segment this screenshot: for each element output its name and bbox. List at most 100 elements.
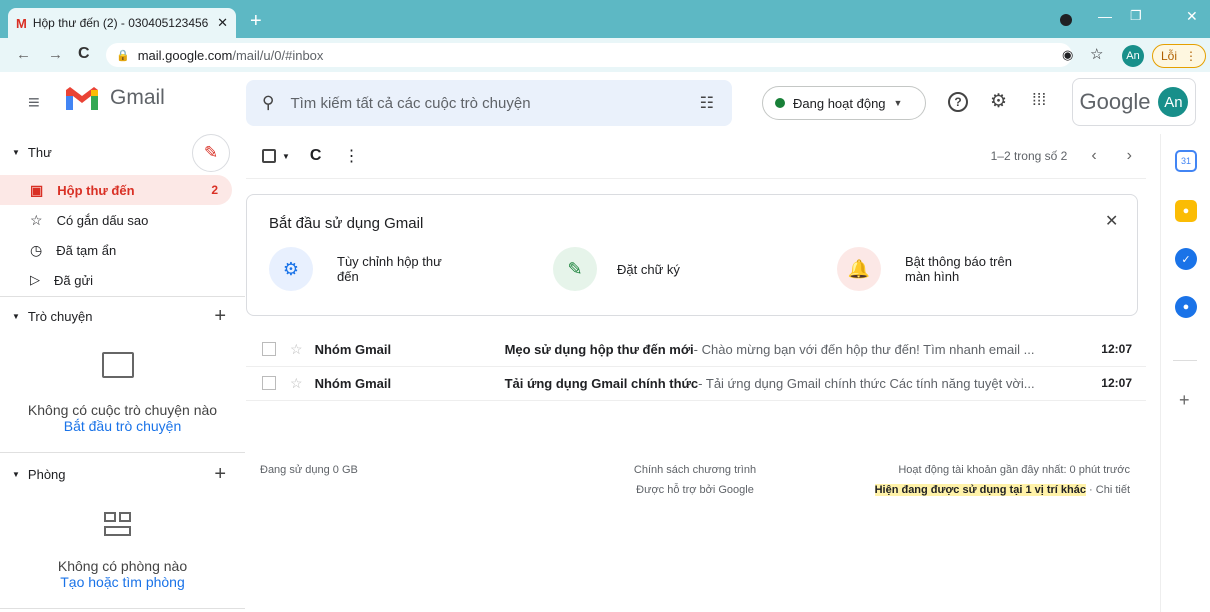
- sidebar-item-starred[interactable]: ☆ Có gắn dấu sao: [0, 205, 232, 235]
- tip-enable-notifications[interactable]: 🔔 Bật thông báo trên màn hình: [837, 247, 1035, 291]
- url-bar[interactable]: 🔒 mail.google.com/mail/u/0/#inbox: [106, 43, 1072, 67]
- profile-avatar[interactable]: An: [1122, 45, 1144, 67]
- new-tab-button[interactable]: +: [250, 10, 262, 33]
- error-label: Lỗi: [1160, 49, 1177, 63]
- browser-tab[interactable]: M Hộp thư đến (2) - 030405123456 ✕: [8, 8, 236, 38]
- close-card-icon[interactable]: ✕: [1105, 211, 1118, 231]
- mail-toolbar: ▼ C ⋮ 1–2 trong số 2 ‹ ›: [262, 144, 1142, 168]
- select-all-checkbox[interactable]: [262, 149, 276, 163]
- more-vert-icon: ⋮: [1185, 49, 1197, 63]
- main-menu-icon[interactable]: ≡: [28, 92, 40, 115]
- eye-icon[interactable]: ◉: [1062, 47, 1073, 63]
- unread-count: 2: [211, 183, 218, 197]
- search-options-icon[interactable]: ☷: [700, 93, 714, 113]
- tip-label: Tùy chỉnh hộp thư đến: [337, 254, 442, 284]
- google-label: Google: [1079, 89, 1151, 114]
- rooms-empty-text: Không có phòng nào: [57, 558, 188, 574]
- sidebar-item-label: Đã gửi: [54, 272, 94, 288]
- compose-button[interactable]: ✎: [192, 134, 230, 172]
- rooms-section-label: Phòng: [27, 467, 66, 482]
- caret-down-icon: ▼: [12, 470, 20, 479]
- program-policy-link[interactable]: Chính sách chương trình: [580, 464, 810, 476]
- profile-initials: An: [1126, 50, 1140, 62]
- status-selector[interactable]: Đang hoạt động ▼: [762, 86, 926, 120]
- rooms-grid-icon: [104, 512, 132, 538]
- sidebar-item-label: Hộp thư đến: [57, 182, 135, 198]
- bookmark-star-icon[interactable]: ☆: [1090, 45, 1103, 63]
- account-avatar[interactable]: An: [1158, 87, 1189, 117]
- minimize-button[interactable]: —: [1098, 8, 1112, 24]
- reload-icon[interactable]: C: [78, 45, 90, 63]
- clock-icon: ◷: [30, 241, 43, 258]
- tip-customize-inbox[interactable]: ⚙ Tùy chỉnh hộp thư đến: [269, 247, 457, 291]
- search-input[interactable]: Tìm kiếm tất cả các cuộc trò chuyện: [290, 95, 699, 112]
- chat-empty-state: Không có cuộc trò chuyện nào Bắt đầu trò…: [0, 402, 245, 434]
- divider: [246, 178, 1146, 179]
- more-options-icon[interactable]: ⋮: [343, 146, 359, 166]
- create-room-link[interactable]: Tạo hoặc tìm phòng: [0, 574, 245, 590]
- start-chat-link[interactable]: Bắt đầu trò chuyện: [0, 418, 245, 434]
- select-dropdown-icon[interactable]: ▼: [282, 152, 290, 161]
- divider: [0, 608, 245, 609]
- tasks-icon[interactable]: ✓: [1175, 248, 1197, 270]
- sidebar-item-inbox[interactable]: ▣ Hộp thư đến 2: [0, 175, 232, 205]
- details-link[interactable]: · Chi tiết: [1086, 484, 1130, 496]
- close-window-button[interactable]: ✕: [1186, 8, 1198, 25]
- mail-section-label: Thư: [27, 145, 52, 160]
- pagination-label: 1–2 trong số 2: [990, 149, 1068, 163]
- calendar-icon[interactable]: 31: [1175, 150, 1197, 172]
- add-chat-icon[interactable]: +: [214, 305, 226, 328]
- row-checkbox[interactable]: [262, 342, 276, 356]
- keep-icon[interactable]: ●: [1175, 200, 1197, 222]
- app-name: Gmail: [110, 86, 165, 109]
- divider: [1173, 360, 1197, 361]
- email-time: 12:07: [1101, 342, 1132, 356]
- star-icon[interactable]: ☆: [290, 341, 303, 358]
- activity-line: Hiện đang được sử dụng tại 1 vị trí khác…: [830, 484, 1130, 496]
- back-icon[interactable]: ←: [16, 46, 31, 63]
- refresh-icon[interactable]: C: [310, 147, 322, 165]
- account-activity: Hoạt động tài khoản gần đây nhất: 0 phút…: [898, 464, 1130, 476]
- tip-set-signature[interactable]: ✎ Đặt chữ ký: [553, 247, 680, 291]
- search-icon[interactable]: ⚲: [262, 93, 274, 113]
- status-dot-icon: [775, 98, 785, 108]
- settings-gear-icon[interactable]: ⚙: [990, 90, 1007, 113]
- tip-label: Đặt chữ ký: [617, 261, 680, 277]
- rooms-empty-state: Không có phòng nào Tạo hoặc tìm phòng: [0, 558, 245, 590]
- chat-section-header[interactable]: ▼ Trò chuyện +: [12, 305, 232, 328]
- apps-grid-icon[interactable]: ⁞⁞⁞: [1032, 90, 1046, 110]
- search-bar[interactable]: ⚲ Tìm kiếm tất cả các cuộc trò chuyện ☷: [246, 80, 732, 126]
- gmail-logo[interactable]: Gmail: [64, 84, 165, 112]
- email-sender: Nhóm Gmail: [314, 375, 392, 391]
- chat-section-label: Trò chuyện: [27, 309, 93, 324]
- sidebar-item-sent[interactable]: ▷ Đã gửi: [0, 265, 232, 295]
- restore-button[interactable]: ❐: [1130, 8, 1142, 24]
- send-icon: ▷: [30, 272, 40, 287]
- tab-title: Hộp thư đến (2) - 030405123456: [32, 16, 209, 30]
- add-addon-icon[interactable]: +: [1179, 390, 1190, 411]
- divider: [0, 296, 245, 297]
- side-panel: 31 ● ✓ ● +: [1160, 134, 1210, 612]
- getting-started-card: Bắt đầu sử dụng Gmail ✕ ⚙ Tùy chỉnh hộp …: [246, 194, 1138, 316]
- email-row[interactable]: ☆ Nhóm Gmail Mẹo sử dụng hộp thư đến mới…: [246, 332, 1146, 366]
- next-page-icon[interactable]: ›: [1127, 147, 1132, 165]
- sidebar-item-snoozed[interactable]: ◷ Đã tạm ẩn: [0, 235, 232, 265]
- contacts-icon[interactable]: ●: [1175, 296, 1197, 318]
- help-icon[interactable]: ?: [948, 92, 968, 112]
- star-icon[interactable]: ☆: [290, 375, 303, 392]
- close-tab-icon[interactable]: ✕: [217, 15, 228, 31]
- in-use-highlight: Hiện đang được sử dụng tại 1 vị trí khác: [874, 484, 1086, 496]
- prev-page-icon[interactable]: ‹: [1091, 147, 1096, 165]
- settings-gear-icon: ⚙: [269, 247, 313, 291]
- error-button[interactable]: Lỗi ⋮: [1152, 44, 1206, 68]
- gmail-favicon-icon: M: [16, 15, 27, 31]
- add-room-icon[interactable]: +: [214, 463, 226, 486]
- row-checkbox[interactable]: [262, 376, 276, 390]
- google-account-box[interactable]: Google An: [1072, 78, 1196, 126]
- rooms-section-header[interactable]: ▼ Phòng +: [12, 463, 232, 486]
- card-title: Bắt đầu sử dụng Gmail: [269, 215, 424, 232]
- forward-icon[interactable]: →: [48, 46, 63, 63]
- profile-dot-icon[interactable]: [1060, 14, 1072, 26]
- email-row[interactable]: ☆ Nhóm Gmail Tải ứng dụng Gmail chính th…: [246, 366, 1146, 400]
- pen-icon: ✎: [553, 247, 597, 291]
